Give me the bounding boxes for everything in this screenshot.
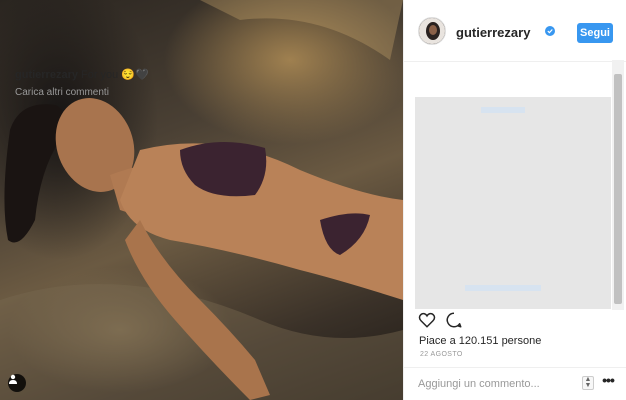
post-header: gutierrezary Segui bbox=[404, 0, 626, 62]
avatar[interactable] bbox=[418, 17, 446, 45]
caption-username[interactable]: gutierrezary bbox=[15, 69, 78, 81]
post-caption: gutierrezary For you 😌🖤 bbox=[15, 68, 149, 81]
add-comment-bar: ▲▼ ••• bbox=[404, 367, 626, 400]
more-options-button[interactable]: ••• bbox=[600, 373, 616, 391]
caption-text: For you 😌🖤 bbox=[80, 69, 149, 81]
resize-stepper[interactable]: ▲ ▼ bbox=[582, 376, 594, 390]
speech-bubble-icon[interactable] bbox=[445, 311, 463, 329]
placeholder-line bbox=[481, 107, 525, 113]
user-tag-button[interactable] bbox=[8, 374, 26, 392]
likes-count[interactable]: Piace a 120.151 persone bbox=[419, 335, 541, 347]
load-more-comments-link[interactable]: Carica altri commenti bbox=[15, 87, 109, 98]
follow-button[interactable]: Segui bbox=[577, 23, 613, 43]
likes-text: Piace a 120.151 persone bbox=[419, 335, 542, 347]
person-icon bbox=[9, 374, 17, 384]
comment-input[interactable] bbox=[418, 376, 568, 392]
avatar-image bbox=[419, 18, 445, 44]
scrollbar-thumb[interactable] bbox=[614, 74, 622, 304]
username-link[interactable]: gutierrezary bbox=[456, 25, 530, 40]
post-date: 22 AGOSTO bbox=[420, 351, 463, 358]
verified-badge-icon bbox=[545, 26, 555, 36]
placeholder-line bbox=[465, 285, 541, 291]
photo-scene bbox=[0, 0, 403, 400]
comments-placeholder bbox=[415, 97, 611, 309]
heart-outline-icon[interactable] bbox=[418, 311, 436, 329]
post-photo[interactable] bbox=[0, 0, 403, 400]
